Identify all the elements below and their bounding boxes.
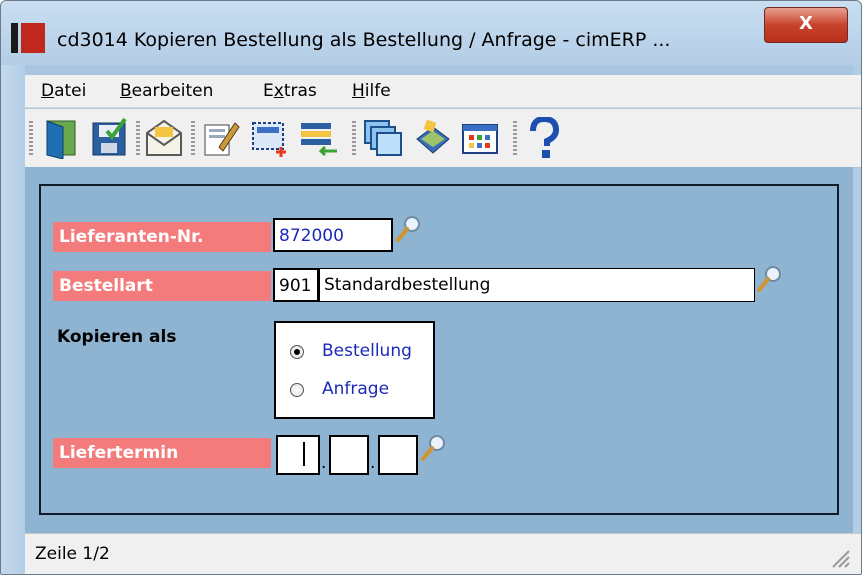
window-title: cd3014 Kopieren Bestellung als Bestellun…	[57, 29, 671, 51]
text-cursor	[303, 442, 305, 466]
bestellart-search-icon[interactable]	[755, 263, 785, 293]
radio-anfrage-label[interactable]: Anfrage	[322, 379, 389, 399]
liefertermin-month-input[interactable]	[329, 435, 369, 475]
edit-icon[interactable]	[199, 117, 241, 159]
save-icon[interactable]	[89, 117, 131, 159]
menu-datei-rest: atei	[54, 81, 87, 101]
menu-hilfe[interactable]: Hilfe	[352, 81, 391, 101]
status-text: Zeile 1/2	[35, 544, 110, 564]
menu-bar: Datei Bearbeiten Extras Hilfe	[25, 75, 861, 108]
menu-datei[interactable]: Datei	[41, 81, 86, 101]
resize-grip-icon[interactable]	[829, 547, 851, 569]
mail-icon[interactable]	[143, 117, 185, 159]
liefertermin-year-input[interactable]	[378, 435, 418, 475]
toolbar	[25, 109, 861, 168]
list-transfer-icon[interactable]	[297, 117, 339, 159]
radio-bestellung[interactable]	[290, 345, 304, 359]
book-icon[interactable]	[411, 117, 453, 159]
lieferanten-nr-input[interactable]: 872000	[273, 218, 393, 252]
lieferanten-nr-label: Lieferanten-Nr.	[53, 222, 271, 252]
toolbar-separator	[136, 121, 140, 155]
bestellart-label: Bestellart	[53, 271, 271, 301]
status-bar: Zeile 1/2	[25, 533, 861, 574]
kopieren-als-label: Kopieren als	[57, 327, 177, 347]
toolbar-grip	[29, 121, 33, 155]
title-bar[interactable]: cd3014 Kopieren Bestellung als Bestellun…	[1, 1, 861, 65]
exit-door-icon[interactable]	[41, 117, 83, 159]
window-frame-left	[1, 65, 25, 574]
toolbar-separator	[352, 121, 356, 155]
radio-bestellung-label[interactable]: Bestellung	[322, 341, 412, 361]
app-logo-icon	[11, 23, 45, 53]
menu-bearbeiten-rest: earbeiten	[131, 81, 214, 101]
bestellart-description: Standardbestellung	[319, 268, 755, 302]
kopieren-als-group: Bestellung Anfrage	[274, 321, 435, 419]
liefertermin-search-icon[interactable]	[419, 432, 449, 462]
toolbar-separator	[191, 121, 195, 155]
menu-bearbeiten[interactable]: Bearbeiten	[120, 81, 213, 101]
date-separator: .	[370, 453, 376, 473]
app-window: cd3014 Kopieren Bestellung als Bestellun…	[0, 0, 862, 575]
liefertermin-day-input[interactable]	[276, 435, 320, 475]
toolbar-separator	[513, 121, 517, 155]
calendar-icon[interactable]	[459, 117, 501, 159]
bestellart-code-input[interactable]: 901	[273, 268, 319, 302]
windows-icon[interactable]	[361, 117, 403, 159]
menu-extras[interactable]: Extras	[263, 81, 317, 101]
help-icon[interactable]	[523, 117, 565, 159]
close-button[interactable]: X	[764, 7, 848, 43]
date-separator: .	[321, 453, 327, 473]
liefertermin-label: Liefertermin	[53, 438, 271, 468]
new-record-icon[interactable]	[249, 117, 291, 159]
lieferant-search-icon[interactable]	[394, 213, 424, 243]
radio-anfrage[interactable]	[290, 383, 304, 397]
